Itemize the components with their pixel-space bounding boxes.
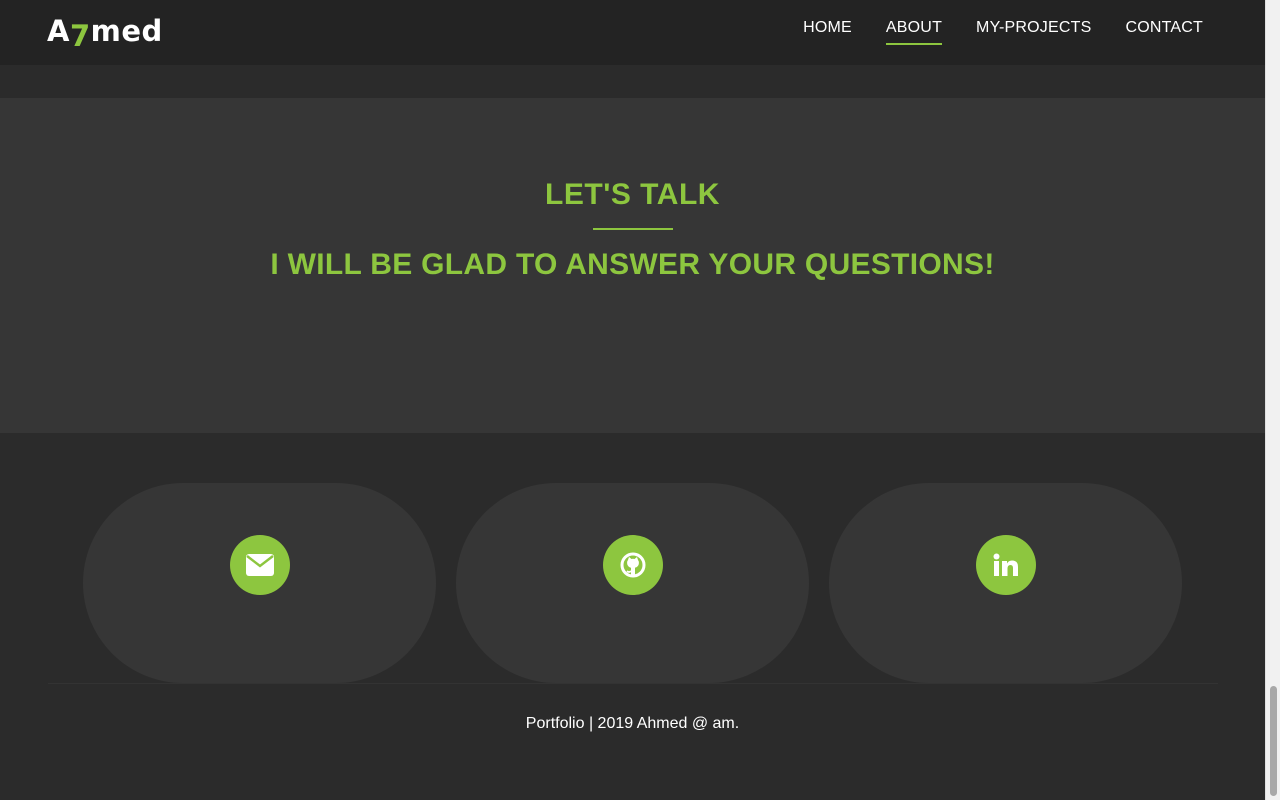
linkedin-button[interactable] xyxy=(976,535,1036,595)
github-button[interactable] xyxy=(603,535,663,595)
talk-section: LET'S TALK I WILL BE GLAD TO ANSWER YOUR… xyxy=(0,98,1265,433)
nav-contact[interactable]: CONTACT xyxy=(1125,19,1203,45)
logo[interactable]: A7med xyxy=(47,14,163,53)
page-scrollbar[interactable] xyxy=(1265,0,1280,800)
navbar: A7med HOME ABOUT MY-PROJECTS CONTACT xyxy=(0,0,1265,65)
email-button[interactable] xyxy=(230,535,290,595)
logo-prefix: A xyxy=(47,14,70,48)
linkedin-icon xyxy=(993,553,1019,577)
logo-suffix: med xyxy=(90,14,163,48)
contact-card-email xyxy=(83,483,436,683)
footer-copyright: Portfolio | 2019 Ahmed @ am. xyxy=(525,715,740,732)
title-divider xyxy=(593,228,673,230)
envelope-icon xyxy=(246,554,274,576)
page: A7med HOME ABOUT MY-PROJECTS CONTACT LET… xyxy=(0,0,1265,800)
footer-divider xyxy=(48,683,1218,684)
logo-accent: 7 xyxy=(69,19,91,53)
contact-card-linkedin xyxy=(829,483,1182,683)
github-icon xyxy=(620,552,646,578)
nav-my-projects[interactable]: MY-PROJECTS xyxy=(976,19,1091,45)
main-nav: HOME ABOUT MY-PROJECTS CONTACT xyxy=(803,19,1203,45)
contact-card-github xyxy=(456,483,809,683)
nav-about[interactable]: ABOUT xyxy=(885,19,943,45)
scrollbar-thumb[interactable] xyxy=(1270,686,1277,796)
nav-home[interactable]: HOME xyxy=(803,19,852,45)
talk-title: LET'S TALK xyxy=(545,178,720,211)
talk-subtitle: I WILL BE GLAD TO ANSWER YOUR QUESTIONS! xyxy=(270,248,995,281)
